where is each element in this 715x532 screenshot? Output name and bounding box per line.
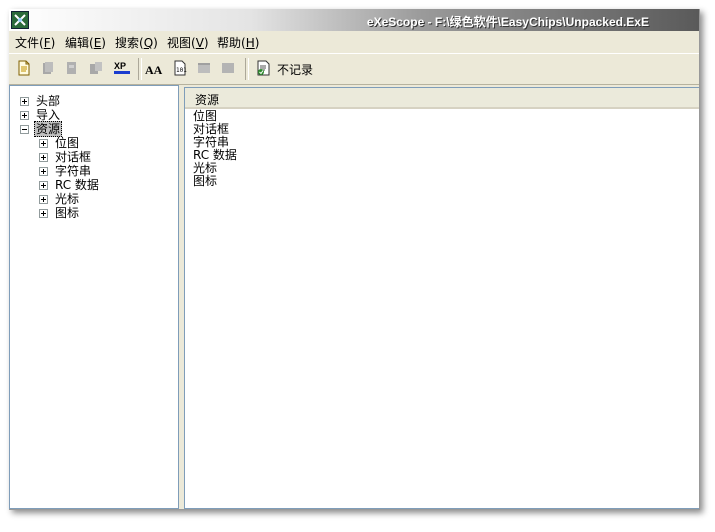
tree-expand-icon[interactable]	[39, 153, 48, 162]
svg-text:101: 101	[176, 67, 187, 74]
toolbar: XP AA 101 不记录	[9, 53, 699, 85]
menu-search-suffix: )	[153, 36, 158, 50]
menu-view-label: 视图(	[167, 36, 196, 50]
window-title: eXeScope - F:\绿色软件\EasyChips\Unpacked.Ex…	[366, 15, 649, 29]
tree-node-label: 头部	[36, 94, 61, 108]
app-icon[interactable]	[11, 11, 29, 29]
font-label: AA	[145, 63, 163, 77]
xp-label: XP	[114, 61, 126, 71]
tree-node-label: 光标	[55, 192, 80, 206]
new-file-icon[interactable]	[15, 59, 33, 77]
tree-collapse-icon[interactable]	[20, 125, 29, 134]
column-header[interactable]: 资源	[185, 88, 699, 109]
binary-view-icon[interactable]: 101	[171, 59, 189, 77]
resource-list-pane[interactable]: 资源 位图 对话框 字符串 RC 数据 光标 图标	[184, 87, 699, 509]
menu-edit-label: 编辑(	[65, 36, 94, 50]
tree-node-label: 对话框	[55, 150, 92, 164]
toolbar-separator	[245, 58, 249, 80]
tree-expand-icon[interactable]	[39, 181, 48, 190]
menu-bar: 文件(F) 编辑(E) 搜索(Q) 视图(V) 帮助(H)	[9, 31, 699, 51]
no-record-button-label[interactable]: 不记录	[277, 61, 313, 78]
save-icon[interactable]	[39, 59, 57, 77]
dialog-view-icon[interactable]	[195, 59, 213, 77]
no-record-icon[interactable]	[255, 59, 273, 77]
tree-expand-icon[interactable]	[39, 209, 48, 218]
tree-node-label: 字符串	[55, 164, 92, 178]
tree-expand-icon[interactable]	[20, 111, 29, 120]
pane-splitter[interactable]	[179, 85, 183, 509]
export-icon[interactable]	[63, 59, 81, 77]
tree-expand-icon[interactable]	[39, 167, 48, 176]
tree-node-label: RC 数据	[55, 178, 99, 192]
import-icon[interactable]	[87, 59, 105, 77]
tree-node-label: 位图	[55, 136, 80, 150]
menu-edit[interactable]: 编辑(E)	[65, 34, 106, 51]
font-icon[interactable]: AA	[145, 59, 163, 77]
tree-expand-icon[interactable]	[39, 139, 48, 148]
xp-style-icon[interactable]: XP	[113, 59, 131, 77]
menu-edit-suffix: )	[101, 36, 106, 50]
toolbar-separator	[138, 58, 142, 80]
menu-file-key: F	[43, 36, 51, 50]
column-header-label: 资源	[195, 93, 220, 107]
menu-view[interactable]: 视图(V)	[167, 34, 209, 51]
application-window: eXeScope - F:\绿色软件\EasyChips\Unpacked.Ex…	[9, 9, 700, 510]
title-bar[interactable]: eXeScope - F:\绿色软件\EasyChips\Unpacked.Ex…	[9, 9, 699, 31]
menu-help[interactable]: 帮助(H)	[217, 34, 259, 51]
tree-node-label: 资源	[34, 121, 63, 137]
tree-node-label: 图标	[55, 206, 80, 220]
menu-help-key: H	[245, 36, 255, 50]
tree-node-label: 导入	[36, 108, 61, 122]
menu-file[interactable]: 文件(F)	[15, 34, 55, 51]
window-view-icon[interactable]	[219, 59, 237, 77]
resource-tree[interactable]: 头部 导入 资源 位图 对话框 字符串 RC 数据 光标 图标	[9, 85, 179, 509]
menu-file-suffix: )	[50, 36, 56, 50]
tree-expand-icon[interactable]	[20, 97, 29, 106]
menu-search-label: 搜索(	[115, 36, 144, 50]
menu-search-key: Q	[143, 36, 154, 50]
menu-view-suffix: )	[203, 36, 209, 50]
menu-file-label: 文件(	[15, 36, 44, 50]
list-item[interactable]: 图标	[193, 175, 217, 188]
tree-expand-icon[interactable]	[39, 195, 48, 204]
menu-view-key: V	[195, 36, 204, 50]
menu-help-suffix: )	[254, 36, 260, 50]
menu-search[interactable]: 搜索(Q)	[115, 34, 158, 51]
menu-help-label: 帮助(	[217, 36, 246, 50]
